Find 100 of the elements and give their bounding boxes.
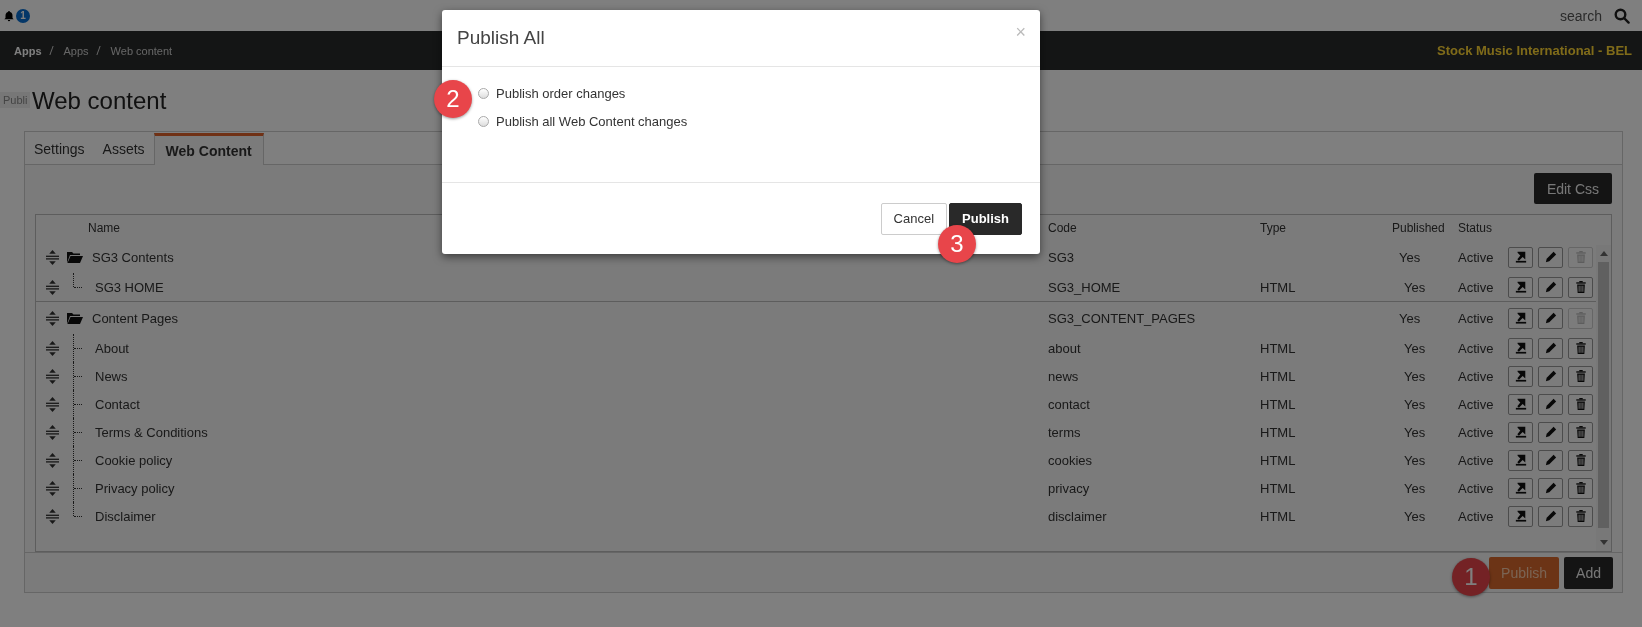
pencil-icon [1544,454,1557,467]
edit-button[interactable] [1538,393,1563,415]
edit-button[interactable] [1538,246,1563,268]
table-cell: HTML [1260,424,1296,440]
tab[interactable]: Settings [25,133,94,165]
tab[interactable]: Web Content [153,133,264,166]
delete-button[interactable] [1568,393,1593,415]
publish-item-button[interactable] [1508,307,1533,329]
option-label[interactable]: Publish all Web Content changes [496,113,688,129]
publish-item-button[interactable] [1508,449,1533,471]
item-name[interactable]: Content Pages [92,310,178,326]
trash-icon [1574,510,1587,523]
drag-handle-icon[interactable] [46,396,59,412]
search-label[interactable]: search [1559,7,1602,24]
pencil-icon [1544,281,1557,294]
publish-item-button[interactable] [1508,477,1533,499]
drag-handle-icon[interactable] [46,424,59,440]
edit-button[interactable] [1538,505,1563,527]
trash-icon [1574,426,1587,439]
upload-icon [1514,342,1527,355]
column-header: Code [1048,221,1077,236]
search-icon[interactable] [1614,7,1630,24]
drag-handle-icon[interactable] [46,480,59,496]
upload-icon [1514,426,1527,439]
table-cell-text: cookies [1048,452,1094,468]
item-name[interactable]: Privacy policy [95,480,175,496]
delete-button[interactable] [1568,477,1593,499]
table-cell-text: Yes [1398,249,1422,265]
drag-handle-icon[interactable] [46,368,59,384]
item-name[interactable]: Terms & Conditions [95,424,208,440]
breadcrumb-link[interactable]: Web content [110,44,173,57]
table-cell: HTML [1260,368,1296,384]
table-cell-text: Yes [1398,310,1422,326]
table-cell: HTML [1260,508,1296,524]
option-label[interactable]: Publish order changes [496,85,626,101]
notification-badge: 1 [16,8,30,23]
item-name[interactable]: SG3 Contents [92,249,174,265]
add-button[interactable]: Add [1564,556,1613,589]
item-name[interactable]: SG3 HOME [95,279,164,295]
table-cell-text: terms [1048,424,1082,440]
delete-button[interactable] [1568,421,1593,443]
edit-button[interactable] [1538,365,1563,387]
table-cell-text: SG3_HOME [1048,279,1122,295]
edit-button[interactable] [1538,307,1563,329]
radio-button[interactable] [478,87,489,99]
publish-item-button[interactable] [1508,393,1533,415]
drag-handle-icon[interactable] [46,340,59,356]
publish-item-button[interactable] [1508,421,1533,443]
drag-handle-icon[interactable] [46,279,59,295]
item-name[interactable]: News [95,368,128,384]
cancel-button[interactable]: Cancel [880,202,948,235]
edit-button[interactable] [1538,337,1563,359]
trash-icon [1574,370,1587,383]
table-cell-text: Yes [1403,508,1427,524]
edit-button[interactable] [1538,276,1563,298]
delete-button[interactable] [1568,337,1593,359]
delete-button[interactable] [1568,276,1593,298]
drag-handle-icon[interactable] [46,452,59,468]
radio-button[interactable] [478,115,489,127]
publish-item-button[interactable] [1508,365,1533,387]
table-cell: HTML [1260,340,1296,356]
publish-item-button[interactable] [1508,276,1533,298]
tab[interactable]: Assets [93,133,154,165]
pencil-icon [1544,312,1557,325]
pencil-icon [1544,482,1557,495]
edit-button[interactable] [1538,449,1563,471]
table-cell-text: Active [1458,396,1495,412]
table-cell-text: news [1048,368,1080,384]
drag-handle-icon[interactable] [46,249,59,265]
table-cell-text: Yes [1403,480,1427,496]
dialog-title: Publish All [457,27,545,49]
edit-button[interactable] [1538,421,1563,443]
drag-handle-icon[interactable] [46,310,59,326]
breadcrumb-link[interactable]: Apps [63,44,89,57]
table-cell-text: Active [1458,424,1495,440]
trash-icon [1574,281,1587,294]
item-name[interactable]: About [95,340,129,356]
publish-button[interactable]: Publish [949,202,1022,235]
publish-item-button[interactable] [1508,246,1533,268]
item-name[interactable]: Cookie policy [95,452,173,468]
step-marker: 1 [1452,558,1490,597]
drag-handle-icon[interactable] [46,508,59,524]
edit-button[interactable] [1538,477,1563,499]
breadcrumb-link[interactable]: Apps [14,44,42,57]
bell-icon[interactable] [3,9,15,22]
trash-icon [1574,482,1587,495]
item-name[interactable]: Contact [95,396,140,412]
edit-css-button[interactable]: Edit Css [1533,173,1612,205]
table-cell-text: SG3_CONTENT_PAGES [1048,310,1197,326]
page-title: Web content [32,86,167,115]
publish-item-button[interactable] [1508,337,1533,359]
publish-item-button[interactable] [1508,505,1533,527]
table-cell: HTML [1260,279,1296,295]
step-marker: 2 [434,80,472,118]
table-cell-text: Active [1458,508,1495,524]
table-cell-text: Yes [1403,279,1427,295]
item-name[interactable]: Disclaimer [95,508,156,524]
delete-button[interactable] [1568,505,1593,527]
delete-button[interactable] [1568,365,1593,387]
delete-button[interactable] [1568,449,1593,471]
